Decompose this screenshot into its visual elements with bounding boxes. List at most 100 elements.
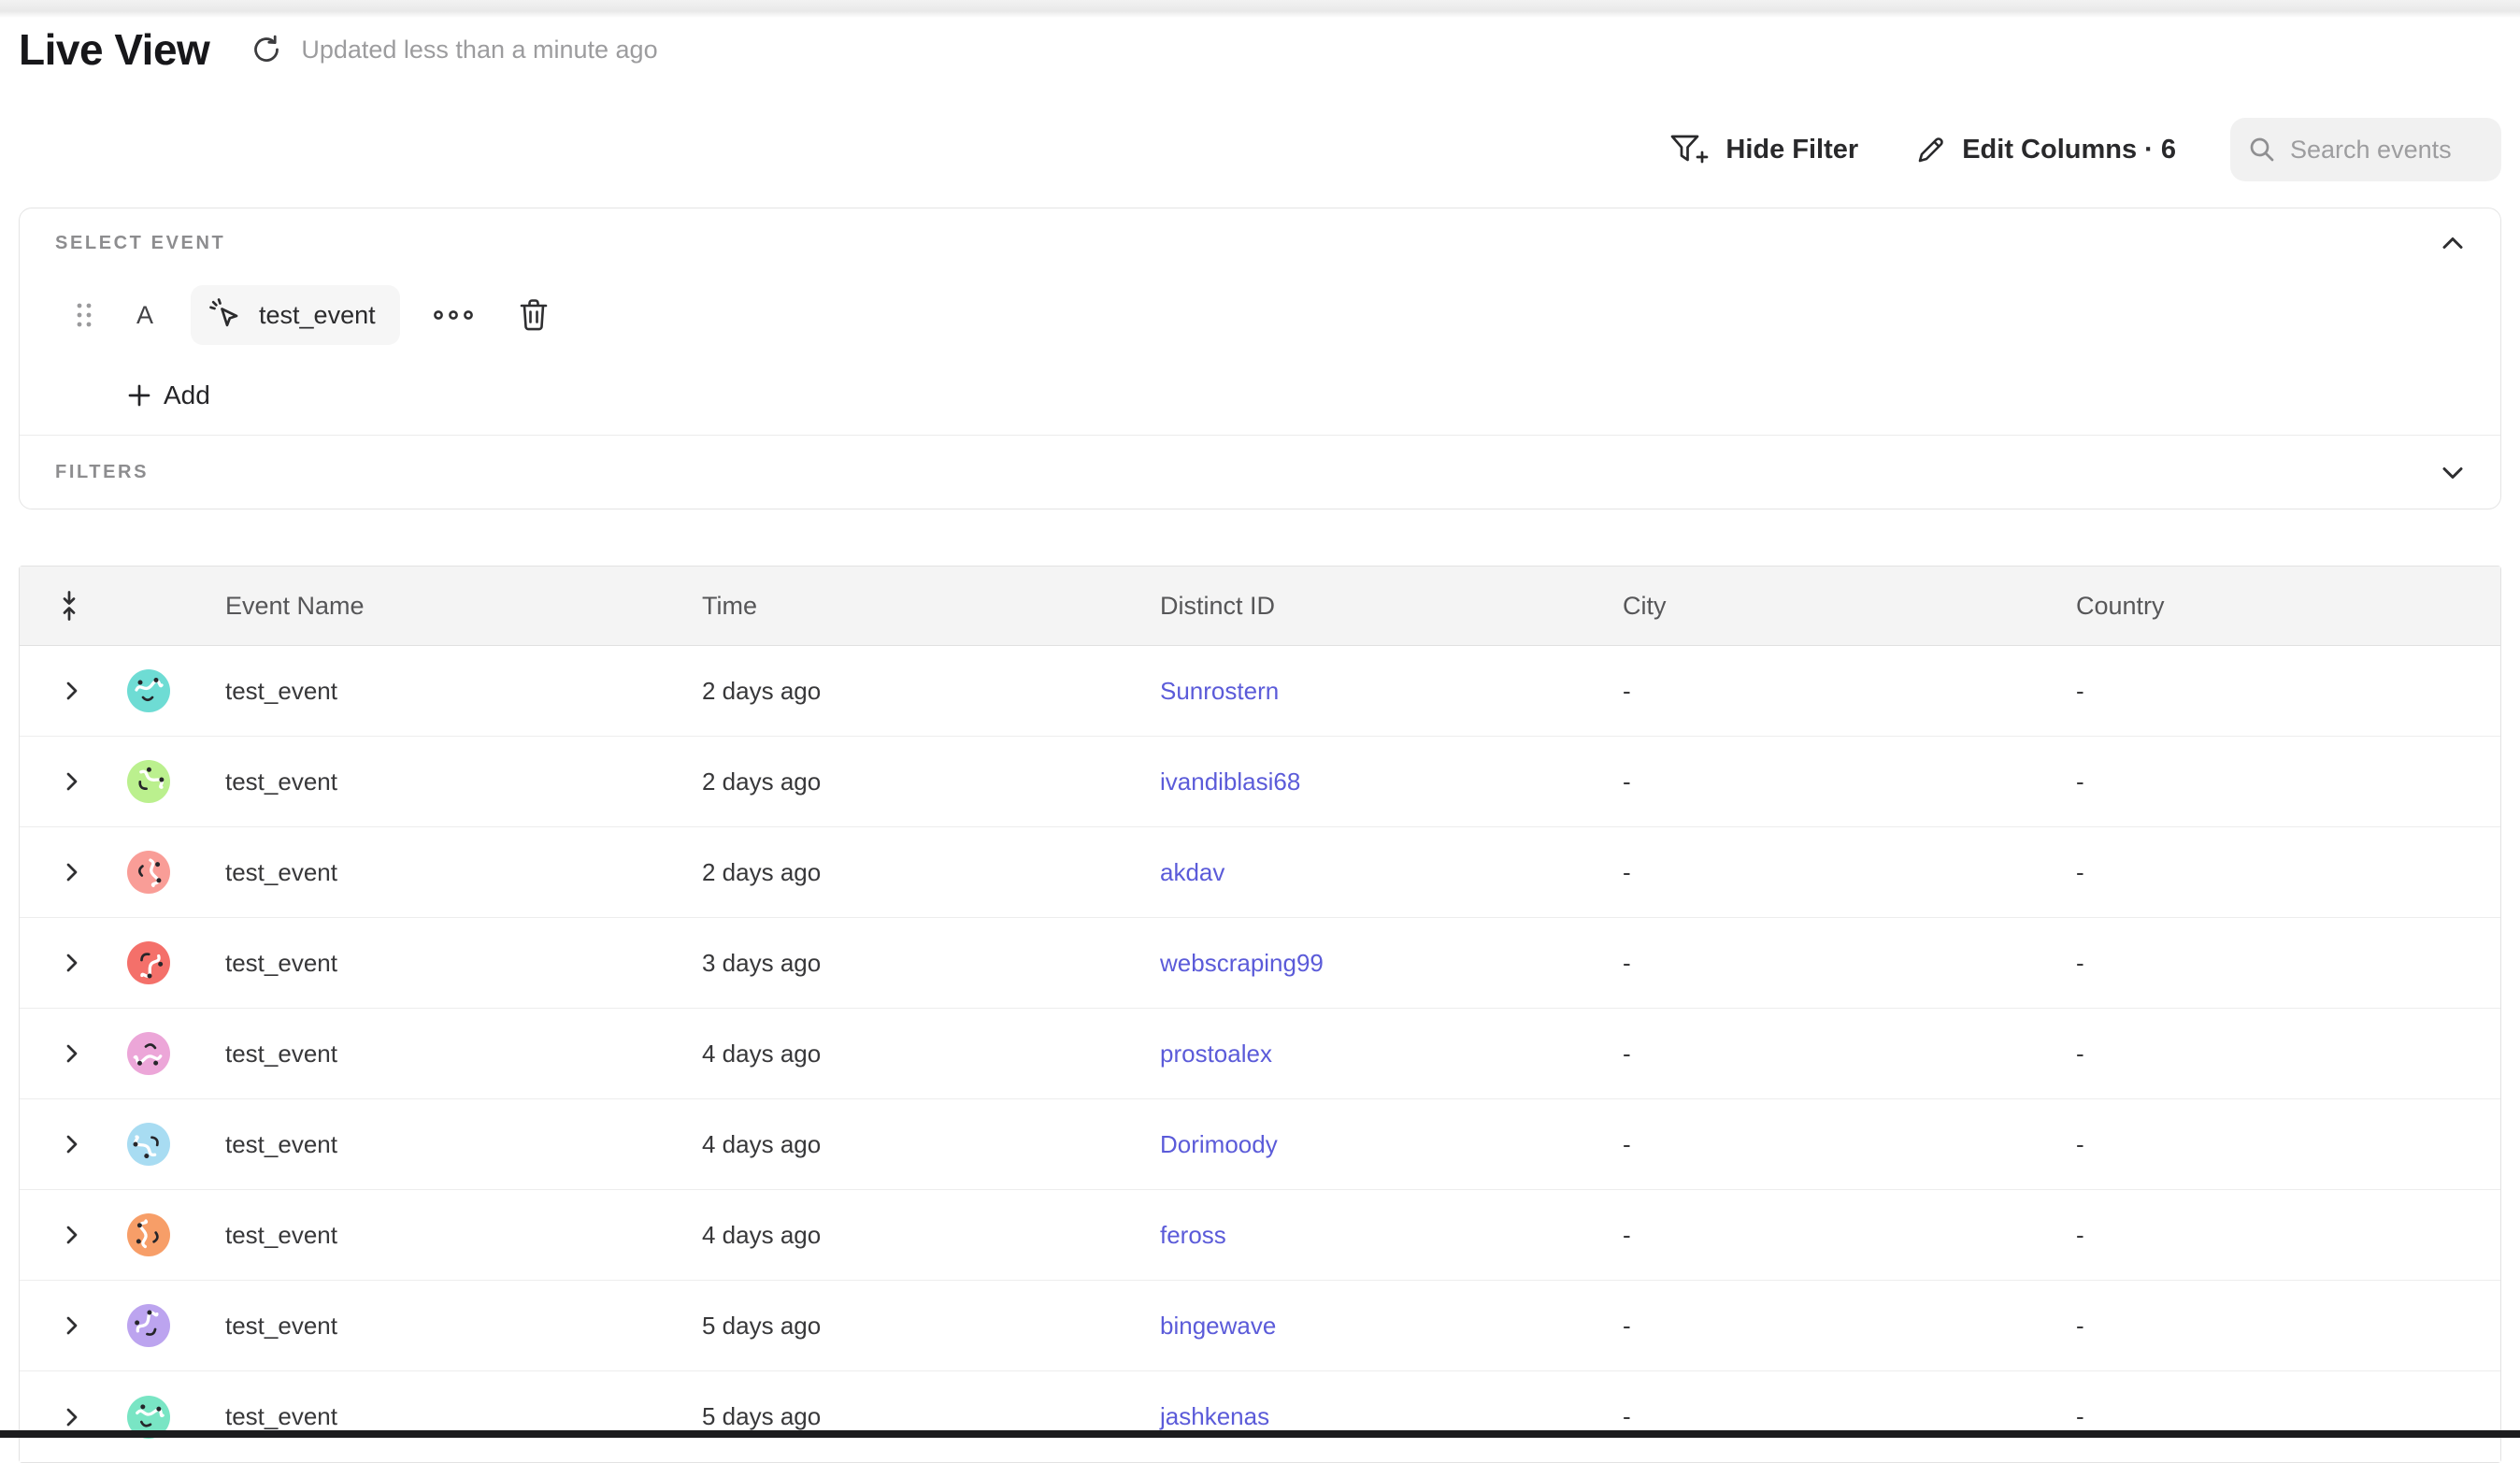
distinct-id-link[interactable]: prostoalex [1160,1040,1272,1068]
expand-row-button[interactable] [20,770,113,793]
column-header-city: City [1604,592,2057,621]
table-row[interactable]: test_event 5 days ago jashkenas - - [20,1371,2500,1462]
add-label: Add [164,380,210,410]
avatar-face [127,669,170,712]
collapse-all-button[interactable] [20,590,113,622]
query-builder-card: SELECT EVENT A test_ [19,208,2501,509]
country-cell: - [2057,1402,2500,1431]
country-cell: - [2057,1040,2500,1069]
city-cell: - [1604,1130,2057,1159]
distinct-id-link[interactable]: bingewave [1160,1312,1276,1340]
city-cell: - [1604,677,2057,706]
expand-row-button[interactable] [20,680,113,702]
bottom-bar [0,1430,2520,1438]
table-row[interactable]: test_event 4 days ago feross - - [20,1190,2500,1281]
event-name-cell: test_event [207,858,683,887]
event-step-letter: A [136,301,153,330]
expand-row-button[interactable] [20,1224,113,1246]
hide-filter-button[interactable]: Hide Filter [1668,132,1858,167]
event-name-cell: test_event [207,1221,683,1250]
time-cell: 5 days ago [683,1402,1141,1431]
event-name-cell: test_event [207,767,683,796]
table-row[interactable]: test_event 5 days ago bingewave - - [20,1281,2500,1371]
avatar[interactable] [127,851,170,894]
table-row[interactable]: test_event 3 days ago webscraping99 - - [20,918,2500,1009]
distinct-id-link[interactable]: Dorimoody [1160,1130,1278,1158]
country-cell: - [2057,677,2500,706]
chevron-right-icon [64,1314,79,1337]
time-cell: 2 days ago [683,677,1141,706]
search-box[interactable] [2230,118,2501,181]
avatar[interactable] [127,1213,170,1256]
expand-row-button[interactable] [20,1133,113,1155]
avatar[interactable] [127,1032,170,1075]
collapse-section-button[interactable] [2437,231,2469,255]
cursor-click-icon [208,296,245,334]
time-cell: 3 days ago [683,949,1141,978]
city-cell: - [1604,949,2057,978]
avatar-face [127,1123,170,1166]
search-input[interactable] [2290,136,2477,165]
city-cell: - [1604,1312,2057,1341]
expand-row-button[interactable] [20,1042,113,1065]
city-cell: - [1604,767,2057,796]
avatar-face [127,760,170,803]
country-cell: - [2057,949,2500,978]
country-cell: - [2057,1312,2500,1341]
hide-filter-label: Hide Filter [1725,135,1858,165]
distinct-id-link[interactable]: akdav [1160,858,1224,886]
distinct-id-link[interactable]: Sunrostern [1160,677,1279,705]
top-shadow [0,0,2520,19]
expand-row-button[interactable] [20,1314,113,1337]
search-icon [2247,135,2277,165]
expand-row-button[interactable] [20,952,113,974]
page-title: Live View [19,24,209,75]
expand-row-button[interactable] [20,1406,113,1428]
table-row[interactable]: test_event 4 days ago Dorimoody - - [20,1099,2500,1190]
avatar[interactable] [127,760,170,803]
expand-filters-button[interactable] [2437,461,2469,485]
city-cell: - [1604,1040,2057,1069]
updated-status: Updated less than a minute ago [301,36,657,65]
drag-handle[interactable] [74,299,94,331]
more-options-button[interactable] [426,303,480,327]
trash-icon [518,297,550,333]
distinct-id-link[interactable]: webscraping99 [1160,949,1324,977]
table-row[interactable]: test_event 2 days ago akdav - - [20,827,2500,918]
city-cell: - [1604,858,2057,887]
chevron-right-icon [64,1133,79,1155]
filters-label: FILTERS [55,462,149,483]
table-row[interactable]: test_event 2 days ago Sunrostern - - [20,646,2500,737]
avatar[interactable] [127,1123,170,1166]
edit-columns-button[interactable]: Edit Columns · 6 [1912,132,2176,167]
avatar-face [127,851,170,894]
avatar[interactable] [127,669,170,712]
table-row[interactable]: test_event 2 days ago ivandiblasi68 - - [20,737,2500,827]
edit-columns-label: Edit Columns · 6 [1962,135,2176,165]
event-name-cell: test_event [207,1312,683,1341]
add-event-button[interactable]: Add [127,375,210,416]
avatar[interactable] [127,1304,170,1347]
event-name-cell: test_event [207,949,683,978]
chevron-right-icon [64,1406,79,1428]
event-select-pill[interactable]: test_event [191,285,400,345]
city-cell: - [1604,1221,2057,1250]
event-name-cell: test_event [207,1130,683,1159]
time-cell: 2 days ago [683,767,1141,796]
chevron-right-icon [64,1224,79,1246]
page-header: Live View Updated less than a minute ago [19,24,658,75]
avatar[interactable] [127,941,170,984]
distinct-id-link[interactable]: feross [1160,1221,1226,1249]
table-row[interactable]: test_event 4 days ago prostoalex - - [20,1009,2500,1099]
chevron-right-icon [64,680,79,702]
delete-event-button[interactable] [514,294,553,337]
time-cell: 5 days ago [683,1312,1141,1341]
expand-row-button[interactable] [20,861,113,883]
event-name-cell: test_event [207,1040,683,1069]
refresh-button[interactable] [249,32,284,67]
chevron-down-icon [2441,465,2465,481]
distinct-id-link[interactable]: jashkenas [1160,1402,1269,1430]
event-name-cell: test_event [207,677,683,706]
distinct-id-link[interactable]: ivandiblasi68 [1160,767,1300,796]
column-header-distinct-id: Distinct ID [1141,592,1604,621]
